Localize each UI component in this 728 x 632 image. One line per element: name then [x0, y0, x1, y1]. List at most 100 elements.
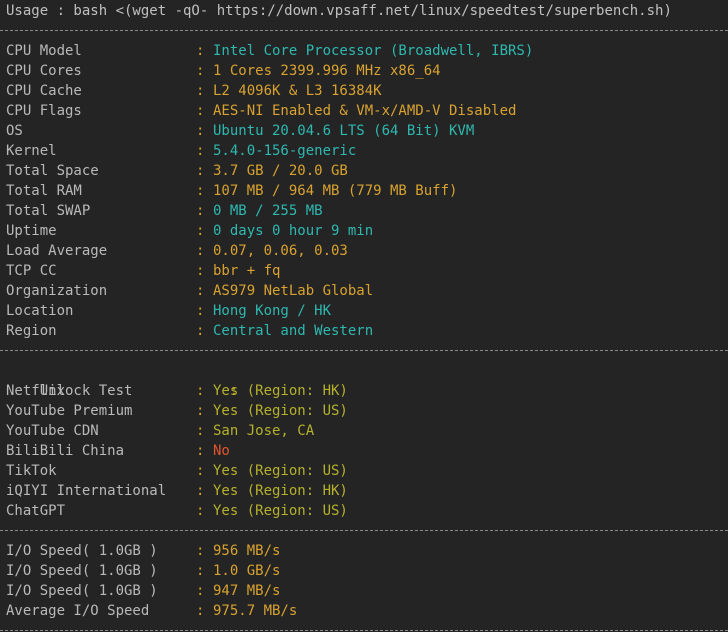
- sysinfo-label: Total RAM: [6, 183, 82, 199]
- sysinfo-colon: :: [196, 323, 205, 339]
- unlock-label: TikTok: [6, 463, 57, 479]
- unlock-colon: :: [196, 423, 205, 439]
- io-colon: :: [196, 603, 205, 619]
- sysinfo-label: Kernel: [6, 143, 57, 159]
- separator-top: [0, 30, 728, 31]
- sysinfo-colon: :: [196, 63, 205, 79]
- sysinfo-colon: :: [196, 103, 205, 119]
- io-row-i-o-speed-1-0gb-2: I/O Speed( 1.0GB ):947 MB/s: [6, 581, 280, 601]
- separator-unlock: [0, 350, 728, 351]
- sysinfo-value: 0.07, 0.06, 0.03: [213, 243, 348, 259]
- sysinfo-label: Total SWAP: [6, 203, 91, 219]
- io-value: 956 MB/s: [213, 543, 281, 559]
- io-colon: :: [196, 563, 205, 579]
- usage-command-line: Usage : bash <(wget -qO- https://down.vp…: [6, 3, 672, 19]
- unlock-row-bilibili-china: BiliBili China: No: [6, 441, 230, 461]
- sysinfo-value: 107 MB / 964 MB (779 MB Buff): [213, 183, 458, 199]
- sysinfo-row-kernel: Kernel:5.4.0-156-generic: [6, 141, 356, 161]
- sysinfo-row-cpu-model: CPU Model: Intel Core Processor (Broadwel…: [6, 41, 533, 61]
- unlock-label: BiliBili China: [6, 443, 125, 459]
- sysinfo-label: CPU Model: [6, 43, 82, 59]
- sysinfo-colon: :: [196, 303, 205, 319]
- sysinfo-value: Central and Western: [213, 323, 374, 339]
- sysinfo-row-cpu-cache: CPU Cache: L2 4096K & L3 16384K: [6, 81, 382, 101]
- sysinfo-value: Ubuntu 20.04.6 LTS (64 Bit) KVM: [213, 123, 475, 139]
- sysinfo-label: Load Average: [6, 243, 108, 259]
- unlock-value: Yes (Region: HK): [213, 383, 348, 399]
- io-row-i-o-speed-1-0gb-0: I/O Speed( 1.0GB ):956 MB/s: [6, 541, 280, 561]
- sysinfo-row-total-space: Total Space:3.7 GB / 20.0 GB: [6, 161, 348, 181]
- unlock-value: Yes (Region: US): [213, 503, 348, 519]
- sysinfo-label: TCP CC: [6, 263, 57, 279]
- unlock-value: Yes (Region: US): [213, 463, 348, 479]
- io-label: I/O Speed( 1.0GB ): [6, 583, 158, 599]
- sysinfo-value: Intel Core Processor (Broadwell, IBRS): [213, 43, 534, 59]
- sysinfo-value: 0 MB / 255 MB: [213, 203, 323, 219]
- sysinfo-label: Total Space: [6, 163, 99, 179]
- unlock-colon: :: [196, 383, 205, 399]
- sysinfo-row-location: Location: Hong Kong / HK: [6, 301, 331, 321]
- io-row-i-o-speed-1-0gb-1: I/O Speed( 1.0GB ):1.0 GB/s: [6, 561, 280, 581]
- sysinfo-row-cpu-cores: CPU Cores:1 Cores 2399.996 MHz x86_64: [6, 61, 441, 81]
- unlock-value: Yes (Region: HK): [213, 483, 348, 499]
- unlock-row-chatgpt: ChatGPT: Yes (Region: US): [6, 501, 348, 521]
- sysinfo-colon: :: [196, 163, 205, 179]
- sysinfo-value: AES-NI Enabled & VM-x/AMD-V Disabled: [213, 103, 517, 119]
- sysinfo-value: bbr + fq: [213, 263, 281, 279]
- separator-bottom: [0, 630, 728, 631]
- io-colon: :: [196, 583, 205, 599]
- io-value: 975.7 MB/s: [213, 603, 298, 619]
- unlock-row-tiktok: TikTok: Yes (Region: US): [6, 461, 348, 481]
- unlock-label: YouTube Premium: [6, 403, 133, 419]
- io-label: Average I/O Speed: [6, 603, 150, 619]
- sysinfo-value: Hong Kong / HK: [213, 303, 332, 319]
- sysinfo-label: CPU Cache: [6, 83, 82, 99]
- unlock-colon: :: [196, 503, 205, 519]
- unlock-colon: :: [196, 403, 205, 419]
- sysinfo-label: Organization: [6, 283, 108, 299]
- sysinfo-value: L2 4096K & L3 16384K: [213, 83, 382, 99]
- io-colon: :: [196, 543, 205, 559]
- unlock-value: No: [213, 443, 230, 459]
- sysinfo-row-organization: Organization: AS979 NetLab Global: [6, 281, 373, 301]
- sysinfo-label: CPU Flags: [6, 103, 82, 119]
- sysinfo-colon: :: [196, 83, 205, 99]
- unlock-colon: :: [196, 463, 205, 479]
- sysinfo-label: Location: [6, 303, 74, 319]
- sysinfo-label: OS: [6, 123, 23, 139]
- io-label: I/O Speed( 1.0GB ): [6, 563, 158, 579]
- separator-io: [0, 530, 728, 531]
- sysinfo-row-cpu-flags: CPU Flags: AES-NI Enabled & VM-x/AMD-V Di…: [6, 101, 516, 121]
- sysinfo-value: AS979 NetLab Global: [213, 283, 374, 299]
- sysinfo-colon: :: [196, 283, 205, 299]
- sysinfo-row-region: Region: Central and Western: [6, 321, 373, 341]
- sysinfo-colon: :: [196, 223, 205, 239]
- sysinfo-row-total-ram: Total RAM:107 MB / 964 MB (779 MB Buff): [6, 181, 457, 201]
- sysinfo-colon: :: [196, 143, 205, 159]
- sysinfo-colon: :: [196, 263, 205, 279]
- unlock-value: Yes (Region: US): [213, 403, 348, 419]
- unlock-row-youtube-cdn: YouTube CDN: San Jose, CA: [6, 421, 314, 441]
- unlock-row-netflix: Netflix: Yes (Region: HK): [6, 381, 348, 401]
- io-value: 947 MB/s: [213, 583, 281, 599]
- unlock-test-header: Unlock Test:: [6, 361, 247, 399]
- io-row-average-i-o-speed-3: Average I/O Speed:975.7 MB/s: [6, 601, 297, 621]
- sysinfo-value: 0 days 0 hour 9 min: [213, 223, 374, 239]
- unlock-label: YouTube CDN: [6, 423, 99, 439]
- sysinfo-value: 3.7 GB / 20.0 GB: [213, 163, 348, 179]
- sysinfo-label: Region: [6, 323, 57, 339]
- sysinfo-value: 5.4.0-156-generic: [213, 143, 357, 159]
- unlock-row-iqiyi-international: iQIYI International: Yes (Region: HK): [6, 481, 348, 501]
- sysinfo-value: 1 Cores 2399.996 MHz x86_64: [213, 63, 441, 79]
- sysinfo-label: CPU Cores: [6, 63, 82, 79]
- terminal-window: Usage : bash <(wget -qO- https://down.vp…: [0, 0, 728, 632]
- sysinfo-colon: :: [196, 203, 205, 219]
- unlock-label: ChatGPT: [6, 503, 66, 519]
- unlock-label: Netflix: [6, 383, 66, 399]
- sysinfo-row-load-average: Load Average:0.07, 0.06, 0.03: [6, 241, 348, 261]
- unlock-row-youtube-premium: YouTube Premium: Yes (Region: US): [6, 401, 348, 421]
- sysinfo-colon: :: [196, 183, 205, 199]
- sysinfo-colon: :: [196, 43, 205, 59]
- unlock-colon: :: [196, 483, 205, 499]
- sysinfo-row-tcp-cc: TCP CC: bbr + fq: [6, 261, 280, 281]
